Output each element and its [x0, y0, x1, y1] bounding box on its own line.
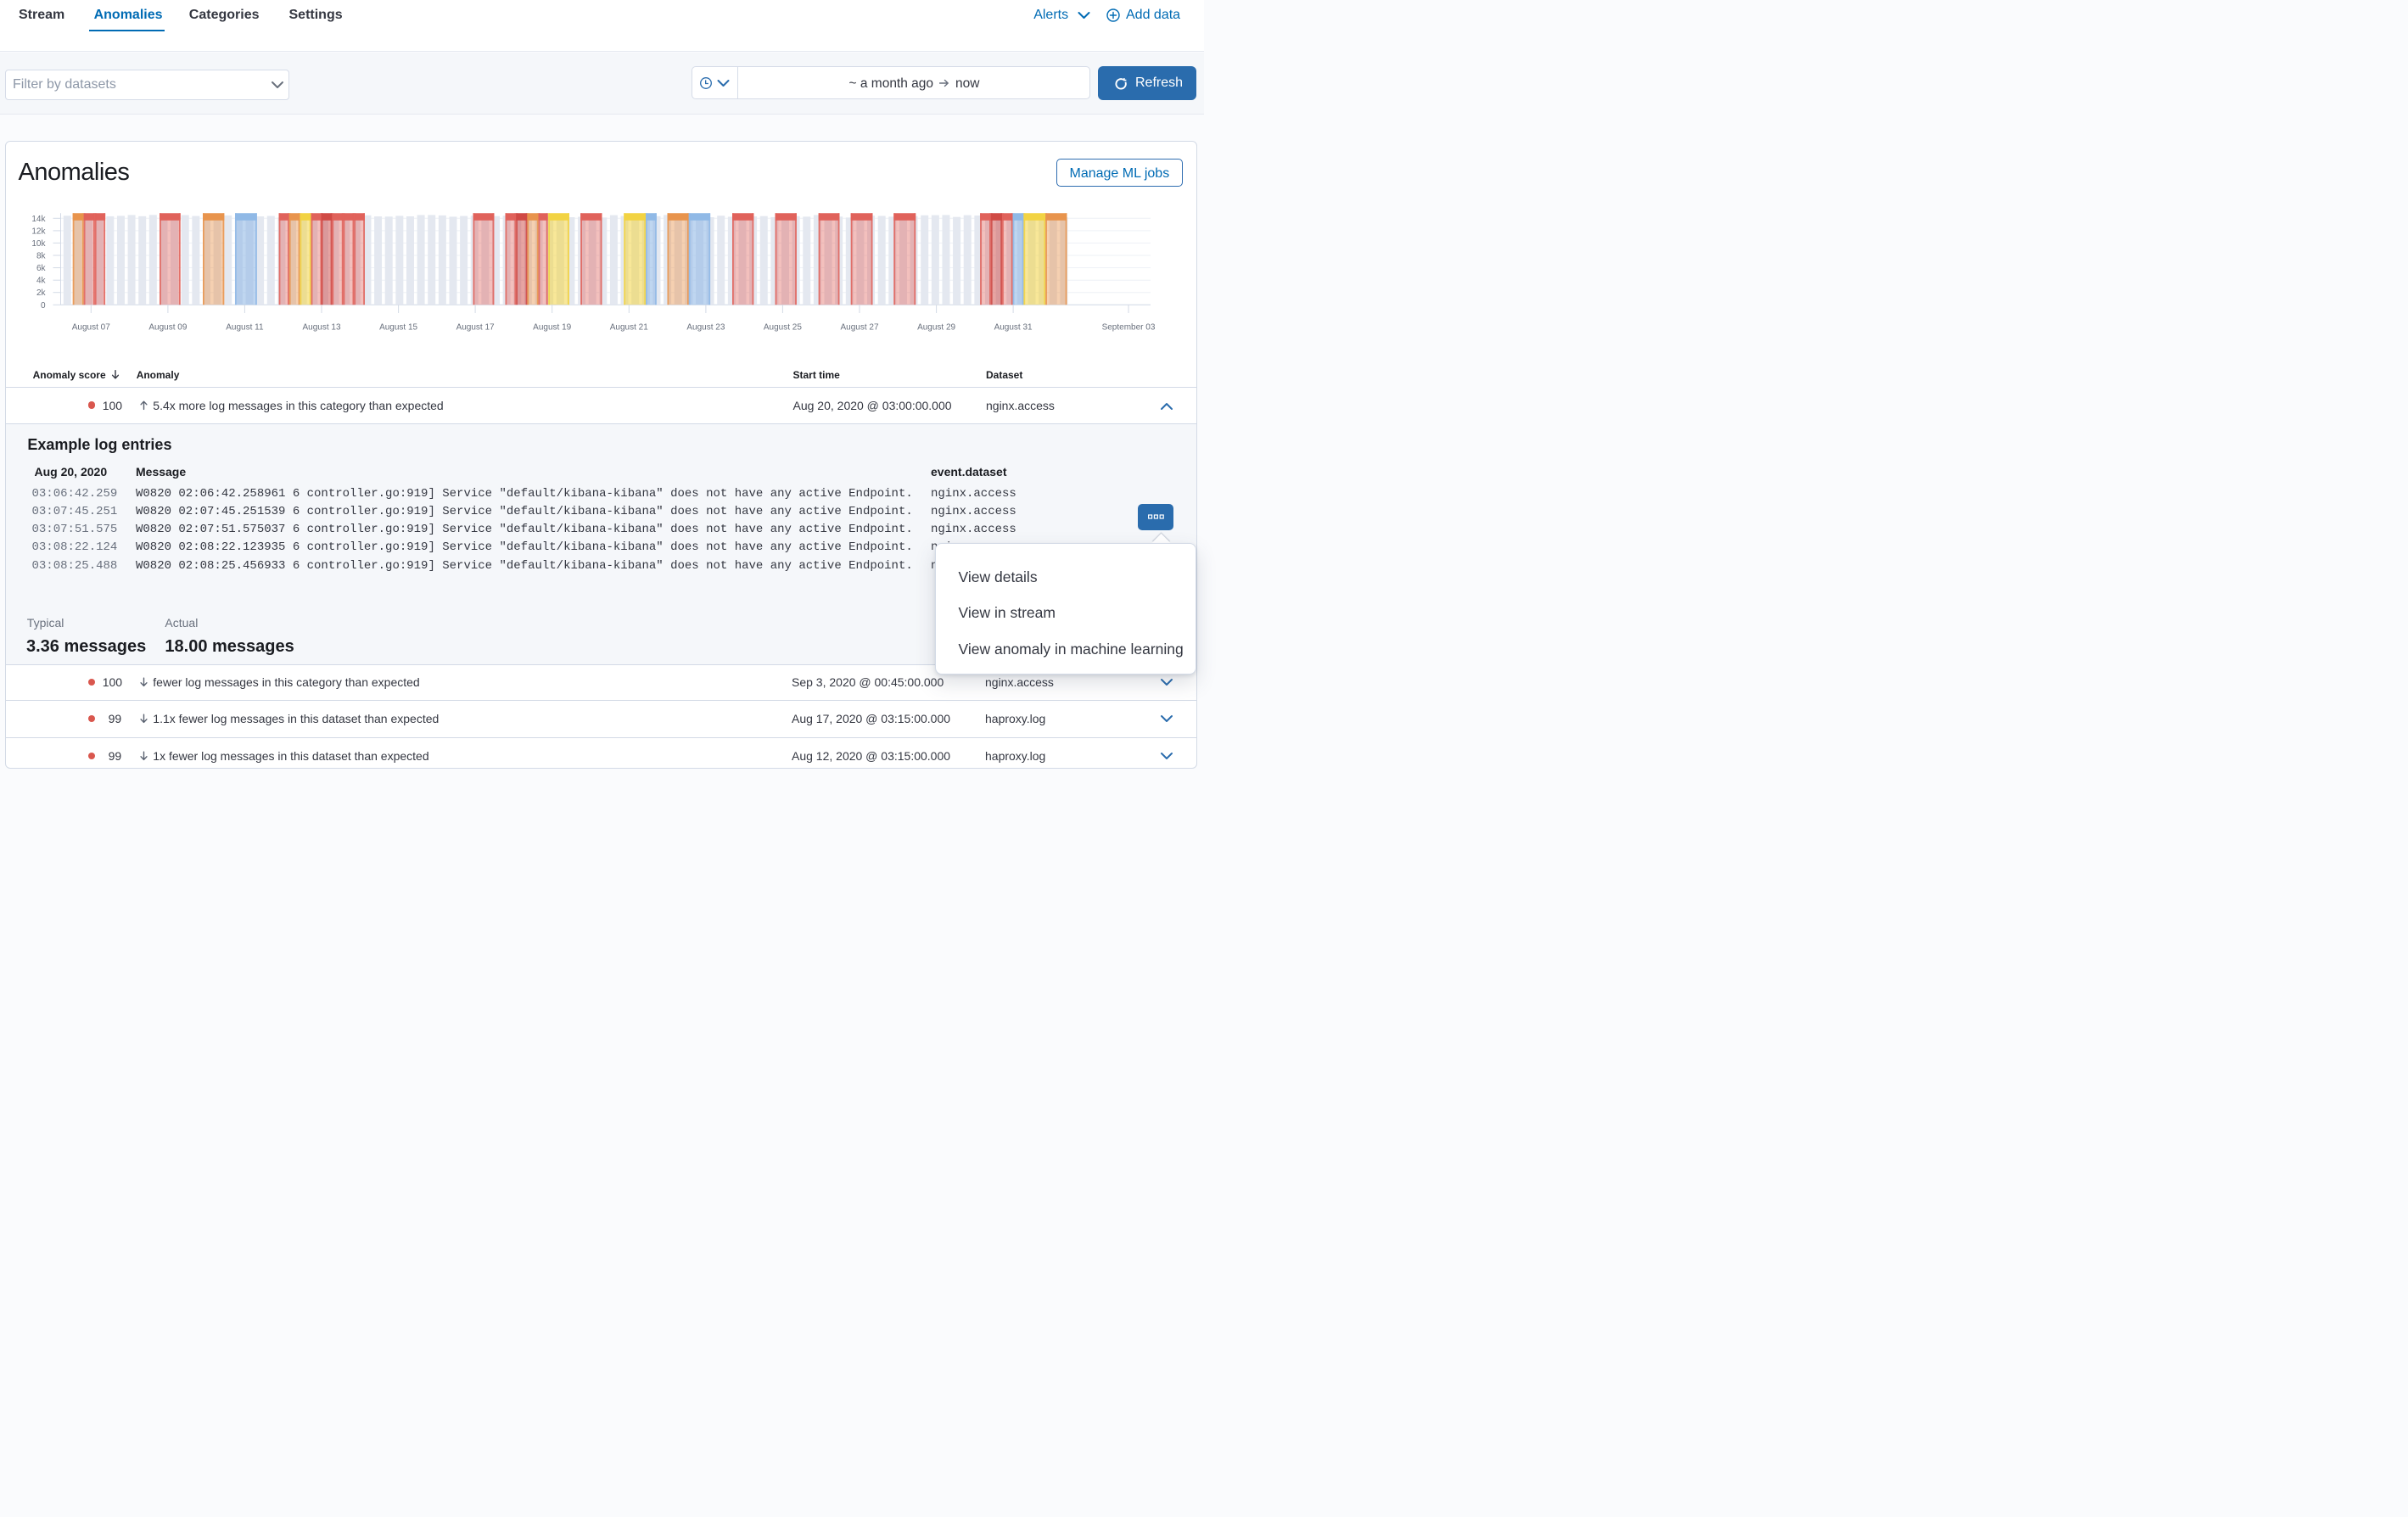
- svg-text:12k: 12k: [31, 227, 46, 236]
- svg-text:4k: 4k: [36, 277, 47, 286]
- svg-text:August 13: August 13: [302, 323, 340, 333]
- svg-text:August 07: August 07: [72, 323, 110, 333]
- svg-text:8k: 8k: [36, 252, 47, 261]
- svg-text:August 23: August 23: [686, 323, 725, 333]
- svg-text:August 21: August 21: [610, 323, 648, 333]
- svg-text:0: 0: [41, 301, 46, 311]
- svg-text:August 17: August 17: [456, 323, 495, 333]
- svg-text:2k: 2k: [36, 288, 47, 298]
- svg-text:August 19: August 19: [533, 323, 571, 333]
- svg-text:August 25: August 25: [764, 323, 802, 333]
- svg-text:August 31: August 31: [994, 323, 1033, 333]
- svg-text:September 03: September 03: [1102, 323, 1156, 333]
- svg-text:14k: 14k: [31, 215, 46, 224]
- svg-text:10k: 10k: [31, 239, 46, 249]
- svg-text:August 29: August 29: [917, 323, 955, 333]
- svg-text:August 11: August 11: [226, 323, 264, 333]
- svg-text:August 27: August 27: [840, 323, 878, 333]
- svg-text:August 15: August 15: [379, 323, 417, 333]
- svg-text:6k: 6k: [36, 264, 47, 273]
- svg-text:August 09: August 09: [148, 323, 187, 333]
